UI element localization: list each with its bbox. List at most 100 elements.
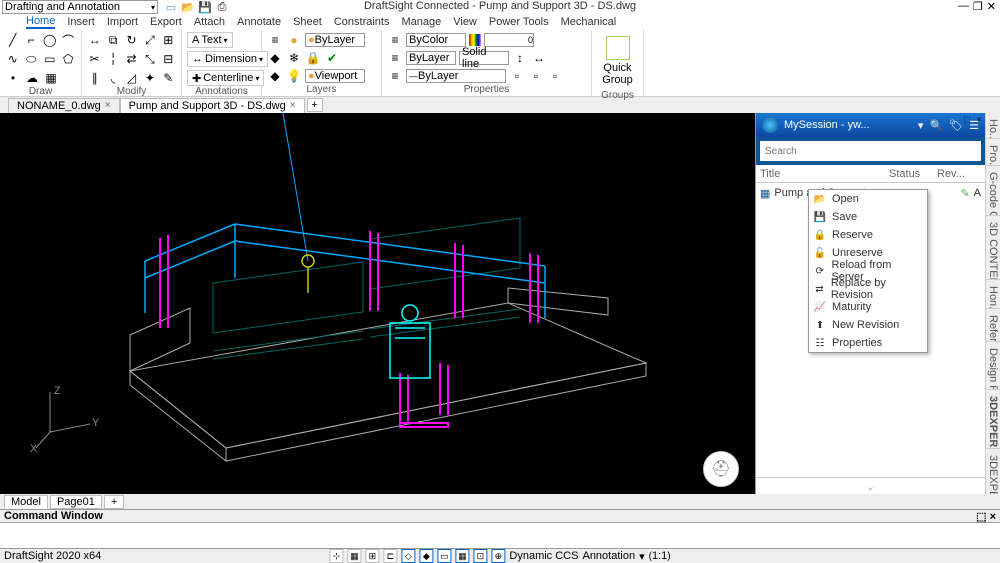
close-icon[interactable]: × — [105, 100, 111, 111]
otrack-icon[interactable]: ◆ — [419, 549, 433, 563]
menu-view[interactable]: View — [453, 16, 477, 28]
ctx-save[interactable]: 💾Save — [809, 208, 927, 226]
side-tab-7[interactable]: Design Res... — [986, 342, 1000, 391]
view-mode-button[interactable]: ⛑ — [703, 451, 739, 487]
break-icon[interactable]: ⊟ — [161, 51, 176, 67]
side-tab-1[interactable]: Ho... — [986, 113, 1000, 139]
layer-on-icon[interactable]: ● — [286, 32, 302, 48]
line-icon[interactable]: ╱ — [5, 32, 21, 48]
menu-attach[interactable]: Attach — [194, 16, 225, 28]
rect-icon[interactable]: ▭ — [42, 51, 58, 67]
polar-icon[interactable]: ⊏ — [383, 549, 397, 563]
search-input[interactable] — [760, 141, 981, 161]
ortho-icon[interactable]: ⊞ — [365, 549, 379, 563]
dimension-button[interactable]: ↔Dimension▾ — [187, 51, 268, 67]
command-window-body[interactable] — [0, 523, 1000, 549]
menu-insert[interactable]: Insert — [67, 16, 95, 28]
status-ccs[interactable]: Dynamic CCS — [509, 550, 578, 562]
polygon-icon[interactable]: ⬠ — [61, 51, 77, 67]
side-tab-6[interactable]: Refer... — [986, 309, 1000, 341]
cloud-icon[interactable]: ☁ — [24, 70, 40, 86]
status-scale[interactable]: 1:1 — [652, 550, 667, 562]
circle-icon[interactable]: ◯ — [42, 32, 58, 48]
fillet-icon[interactable]: ◟ — [105, 70, 120, 86]
tab-add-page[interactable]: + — [104, 495, 124, 509]
layer-lock-icon[interactable]: 🔒 — [305, 50, 321, 66]
menu-annotate[interactable]: Annotate — [237, 16, 281, 28]
grid-icon[interactable]: ▦ — [347, 549, 361, 563]
chamfer-icon[interactable]: ◿ — [124, 70, 139, 86]
menu-sheet[interactable]: Sheet — [293, 16, 322, 28]
erase-icon[interactable]: ✎ — [161, 70, 176, 86]
tab-page[interactable]: Page01 — [50, 495, 102, 509]
session-footer-collapse[interactable]: ⌄ — [756, 477, 985, 495]
doc-tab-1[interactable]: NONAME_0.dwg × — [8, 98, 120, 113]
ctx-open[interactable]: 📂Open — [809, 190, 927, 208]
close-icon[interactable]: × — [290, 100, 296, 111]
panel-close-icon[interactable]: × — [973, 113, 985, 125]
save-icon[interactable]: 💾 — [198, 0, 212, 14]
layer-mgr-icon[interactable]: ≡ — [267, 32, 283, 48]
layer-iso-icon[interactable]: ◆ — [267, 50, 283, 66]
print-icon[interactable]: ⎙ — [215, 0, 229, 14]
check-icon[interactable]: ✔ — [324, 50, 340, 66]
side-tab-4[interactable]: 3D CONTENTCE... — [986, 216, 1000, 280]
layer-prev-icon[interactable]: ◆ — [267, 68, 283, 84]
prop3-icon[interactable]: ▫ — [547, 68, 563, 84]
maximize-button[interactable]: ❐ — [973, 0, 983, 13]
stretch-icon[interactable]: ⤢ — [142, 32, 157, 48]
open-icon[interactable]: 📂 — [181, 0, 195, 14]
add-tab-button[interactable]: + — [307, 98, 323, 112]
osnap-icon[interactable]: ◇ — [401, 549, 415, 563]
side-tab-8[interactable]: 3DEXPERIENCE — [986, 390, 1000, 449]
snap-icon[interactable]: ⊹ — [329, 549, 343, 563]
menu-powertools[interactable]: Power Tools — [489, 16, 549, 28]
text-button[interactable]: AText▾ — [187, 32, 233, 48]
spline-icon[interactable]: ∿ — [5, 51, 21, 67]
col-rev[interactable]: Rev... — [937, 168, 985, 180]
lineweight-combo[interactable]: — ByLayer — [406, 69, 506, 83]
viewport-combo[interactable]: ● Viewport — [305, 69, 365, 83]
arrows2-icon[interactable]: ↔ — [531, 50, 547, 66]
linestyle-combo[interactable]: Solid line — [459, 51, 509, 65]
trim-icon[interactable]: ✂ — [87, 51, 102, 67]
minimize-button[interactable]: — — [958, 0, 969, 13]
col-title[interactable]: Title — [756, 168, 889, 180]
dyn-icon[interactable]: ▦ — [455, 549, 469, 563]
pattern-icon[interactable]: ⊞ — [161, 32, 176, 48]
menu-manage[interactable]: Manage — [401, 16, 441, 28]
cmd-pin-icon[interactable]: ⬚ — [976, 511, 986, 523]
status-annot[interactable]: Annotation — [582, 550, 635, 562]
cmd-close-icon[interactable]: × — [990, 511, 996, 523]
layer-combo[interactable]: ● ByLayer — [305, 33, 365, 47]
quick-group-icon[interactable] — [606, 36, 630, 60]
menu-constraints[interactable]: Constraints — [334, 16, 390, 28]
list3-icon[interactable]: ≡ — [387, 68, 403, 84]
side-tab-5[interactable]: Hon... — [986, 280, 1000, 309]
centerline-button[interactable]: ✚Centerline▾ — [187, 70, 264, 86]
linetype-combo[interactable]: ByLayer — [406, 51, 456, 65]
ctx-properties[interactable]: ☷Properties — [809, 334, 927, 352]
qp-icon[interactable]: ⊡ — [473, 549, 487, 563]
ctx-newrev[interactable]: ⬆New Revision — [809, 316, 927, 334]
rotate-icon[interactable]: ↻ — [124, 32, 139, 48]
menu-import[interactable]: Import — [107, 16, 138, 28]
tab-model[interactable]: Model — [4, 495, 48, 509]
chevron-down-icon[interactable]: ▾ — [918, 119, 924, 132]
region-icon[interactable]: ▦ — [43, 70, 59, 86]
ctx-replace[interactable]: ⇄Replace by Revision — [809, 280, 927, 298]
menu-home[interactable]: Home — [26, 15, 55, 29]
explode-icon[interactable]: ✦ — [142, 70, 157, 86]
ccs-icon[interactable]: ⊕ — [491, 549, 505, 563]
offset-icon[interactable]: ∥ — [87, 70, 102, 86]
extend-icon[interactable]: ╎ — [105, 51, 120, 67]
new-icon[interactable]: ▭ — [164, 0, 178, 14]
lwt-icon[interactable]: ▭ — [437, 549, 451, 563]
arrows-icon[interactable]: ↕ — [512, 50, 528, 66]
value-input[interactable] — [484, 33, 534, 47]
command-window-header[interactable]: Command Window ⬚ × — [0, 509, 1000, 523]
annot-dropdown-icon[interactable]: ▾ — [639, 550, 645, 563]
move-icon[interactable]: ↔ — [87, 32, 102, 48]
col-status[interactable]: Status — [889, 168, 937, 180]
close-button[interactable]: ✕ — [987, 0, 996, 13]
